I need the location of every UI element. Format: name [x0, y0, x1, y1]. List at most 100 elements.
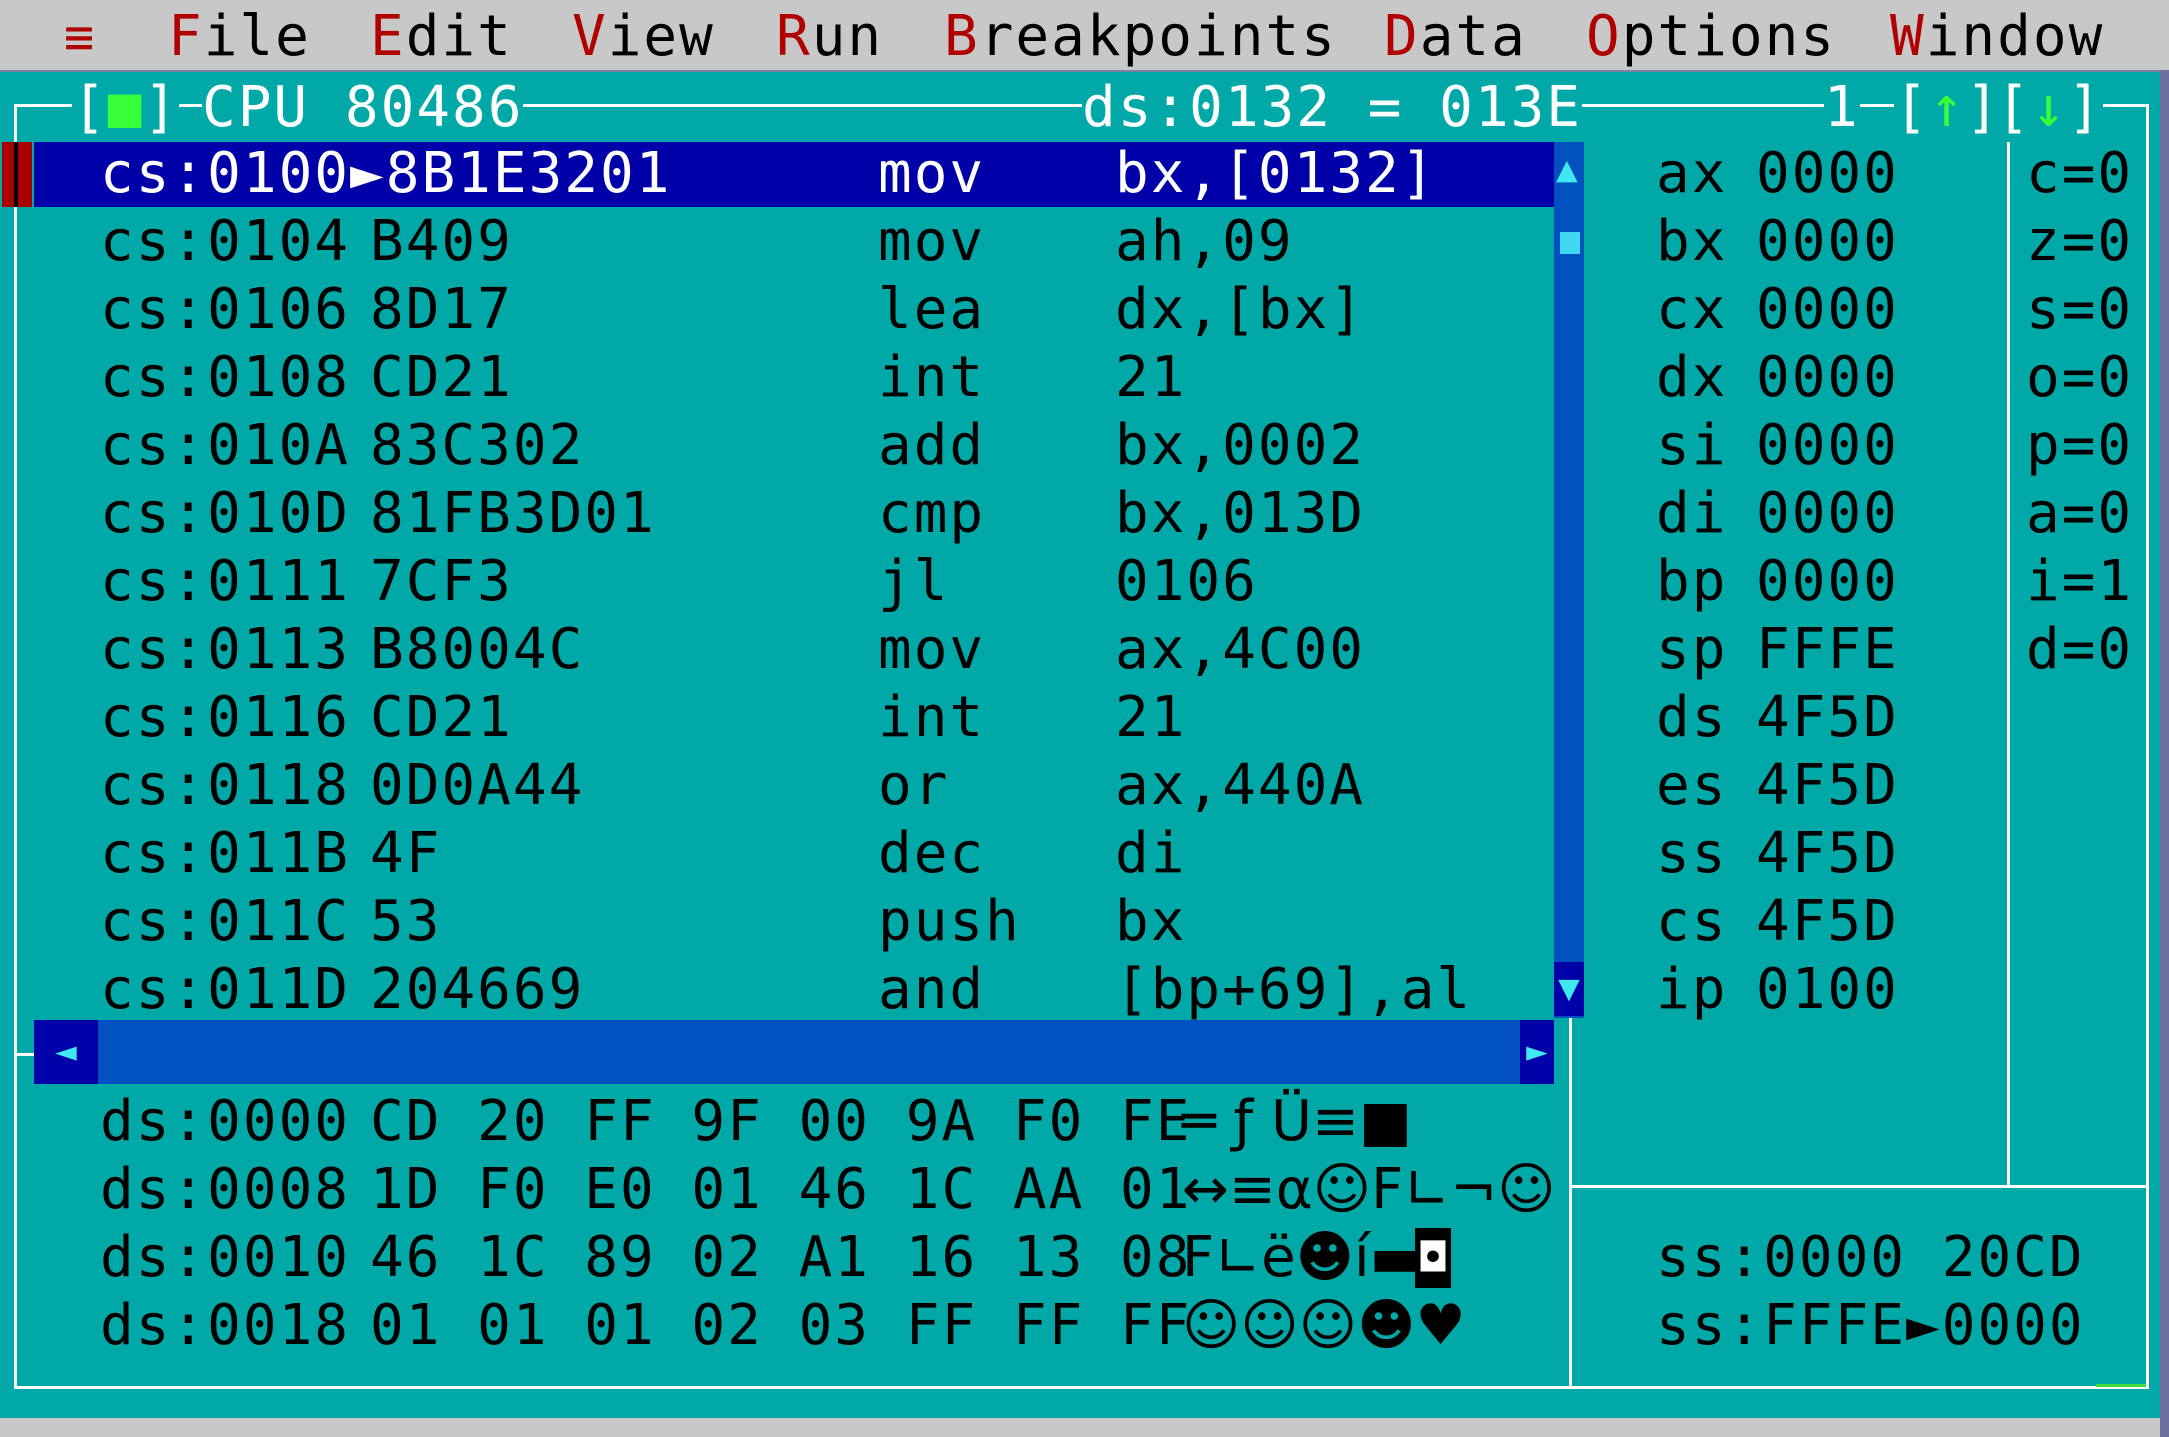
- cpu-flag[interactable]: c=0: [2026, 140, 2133, 208]
- code-mnemonic: mov: [878, 141, 986, 206]
- menu-run-label: un: [811, 4, 884, 69]
- menu-file[interactable]: File: [168, 0, 311, 70]
- menu-options[interactable]: Options: [1586, 0, 1836, 70]
- dump-address[interactable]: ds:0008: [100, 1156, 350, 1224]
- code-address[interactable]: cs:0108: [100, 344, 350, 412]
- register-name: es: [1656, 753, 1728, 818]
- code-mnemonic: add: [878, 413, 986, 478]
- register-value[interactable]: 4F5D: [1756, 820, 1899, 888]
- current-line-marker-line: [14, 142, 18, 207]
- cpu-flag[interactable]: o=0: [2026, 344, 2133, 412]
- menu-bar: ≡ File Edit View Run Breakpoints Data Op…: [0, 0, 2169, 72]
- code-address[interactable]: cs:0113: [100, 616, 350, 684]
- code-bytes: B409: [370, 209, 513, 274]
- dump-bytes[interactable]: 1D F0 E0 01 46 1C AA 01: [370, 1156, 1191, 1224]
- register-value[interactable]: 0000: [1756, 548, 1899, 616]
- menu-view[interactable]: View: [572, 0, 715, 70]
- register-value[interactable]: 0000: [1756, 208, 1899, 276]
- code-mnemonic: or: [878, 753, 950, 818]
- dump-address[interactable]: ds:0000: [100, 1088, 350, 1156]
- code-address[interactable]: cs:011C: [100, 888, 350, 956]
- register-value[interactable]: 0000: [1756, 344, 1899, 412]
- code-address[interactable]: cs:011B: [100, 820, 350, 888]
- dump-address[interactable]: ds:0010: [100, 1224, 350, 1292]
- code-address[interactable]: cs:0104: [100, 208, 350, 276]
- cpu-flag[interactable]: d=0: [2026, 616, 2133, 684]
- menu-run[interactable]: Run: [776, 0, 883, 70]
- code-address[interactable]: cs:0118: [100, 752, 350, 820]
- code-address[interactable]: cs:010A: [100, 412, 350, 480]
- register-value[interactable]: 0100: [1756, 956, 1899, 1024]
- scroll-down-icon[interactable]: ▼: [1554, 962, 1584, 1016]
- register-value[interactable]: FFFE: [1756, 616, 1899, 684]
- menu-data-label: ata: [1419, 4, 1527, 69]
- menu-file-label: ile: [203, 4, 311, 69]
- scroll-left-icon[interactable]: ◄: [34, 1020, 98, 1084]
- register-name: si: [1656, 413, 1728, 478]
- register-value[interactable]: 0000: [1756, 276, 1899, 344]
- scroll-up-icon[interactable]: ▲: [1556, 150, 1578, 190]
- cpu-flag[interactable]: s=0: [2026, 276, 2133, 344]
- register-value[interactable]: 0000: [1756, 480, 1899, 548]
- dump-bytes[interactable]: 01 01 01 02 03 FF FF FF: [370, 1292, 1191, 1360]
- cpu-flag[interactable]: z=0: [2026, 208, 2133, 276]
- close-box-right: ]: [143, 75, 180, 140]
- code-address[interactable]: cs:0106: [100, 276, 350, 344]
- close-box-left: [: [72, 75, 108, 140]
- code-address[interactable]: cs:011D: [100, 956, 350, 1024]
- code-bytes: 7CF3: [370, 549, 513, 614]
- code-address[interactable]: cs:0116: [100, 684, 350, 752]
- dump-bytes[interactable]: 46 1C 89 02 A1 16 13 08: [370, 1224, 1191, 1292]
- register-value[interactable]: 4F5D: [1756, 888, 1899, 956]
- code-bytes: 8B1E3201: [385, 141, 672, 206]
- code-horizontal-scrollbar[interactable]: [34, 1020, 1554, 1084]
- code-vertical-scrollbar[interactable]: [1554, 142, 1584, 1018]
- dump-cursor[interactable]: ◘: [1415, 1228, 1451, 1288]
- menu-view-hotkey: V: [572, 4, 608, 69]
- code-operands: di: [1115, 821, 1187, 886]
- register-value[interactable]: 0000: [1756, 140, 1899, 208]
- register-name: bx: [1656, 209, 1728, 274]
- code-operands: bx: [1115, 889, 1187, 954]
- scroll-thumb[interactable]: [1560, 232, 1580, 254]
- stack-row[interactable]: ss:FFFE►0000: [1656, 1292, 2085, 1360]
- arrow-down-icon: ↓: [2031, 75, 2068, 140]
- menu-window[interactable]: Window: [1890, 0, 2104, 70]
- resize-corner[interactable]: [2096, 1384, 2146, 1387]
- menu-breakpoints[interactable]: Breakpoints: [944, 0, 1337, 70]
- dump-bytes[interactable]: CD 20 FF 9F 00 9A F0 FE: [370, 1088, 1191, 1156]
- cpu-flag[interactable]: i=1: [2026, 548, 2133, 616]
- code-bytes: 53: [370, 889, 442, 954]
- code-bytes: 0D0A44: [370, 753, 585, 818]
- system-menu-icon[interactable]: ≡: [64, 0, 96, 70]
- register-value[interactable]: 4F5D: [1756, 684, 1899, 752]
- register-value[interactable]: 4F5D: [1756, 752, 1899, 820]
- close-box[interactable]: [■]: [72, 74, 180, 142]
- menu-edit[interactable]: Edit: [370, 0, 513, 70]
- menu-edit-hotkey: E: [370, 4, 406, 69]
- menu-edit-label: dit: [405, 4, 513, 69]
- cpu-flag[interactable]: p=0: [2026, 412, 2133, 480]
- cpu-flag[interactable]: a=0: [2026, 480, 2133, 548]
- code-bytes: B8004C: [370, 617, 585, 682]
- dump-address[interactable]: ds:0018: [100, 1292, 350, 1360]
- zoom-down-box[interactable]: [↓]: [1996, 74, 2104, 142]
- stack-address: ss:FFFE: [1656, 1293, 1907, 1358]
- zoom-up-box[interactable]: [↑]: [1894, 74, 2002, 142]
- register-name: cs: [1656, 889, 1728, 954]
- code-mnemonic: cmp: [878, 481, 986, 546]
- code-row-addr[interactable]: cs:0100►8B1E3201: [100, 140, 671, 208]
- scroll-right-icon[interactable]: ►: [1520, 1020, 1554, 1084]
- menu-breakpoints-hotkey: B: [944, 4, 980, 69]
- menu-data[interactable]: Data: [1384, 0, 1527, 70]
- stack-row[interactable]: ss:0000 20CD: [1656, 1224, 2085, 1292]
- code-operands: bx,013D: [1115, 481, 1366, 546]
- code-bytes: 8D17: [370, 277, 513, 342]
- code-address[interactable]: cs:010D: [100, 480, 350, 548]
- code-address[interactable]: cs:0111: [100, 548, 350, 616]
- register-value[interactable]: 0000: [1756, 412, 1899, 480]
- code-mnemonic: mov: [878, 617, 986, 682]
- code-mnemonic: jl: [878, 549, 950, 614]
- code-bytes: 81FB3D01: [370, 481, 656, 546]
- screen-right-edge: [2160, 70, 2169, 1437]
